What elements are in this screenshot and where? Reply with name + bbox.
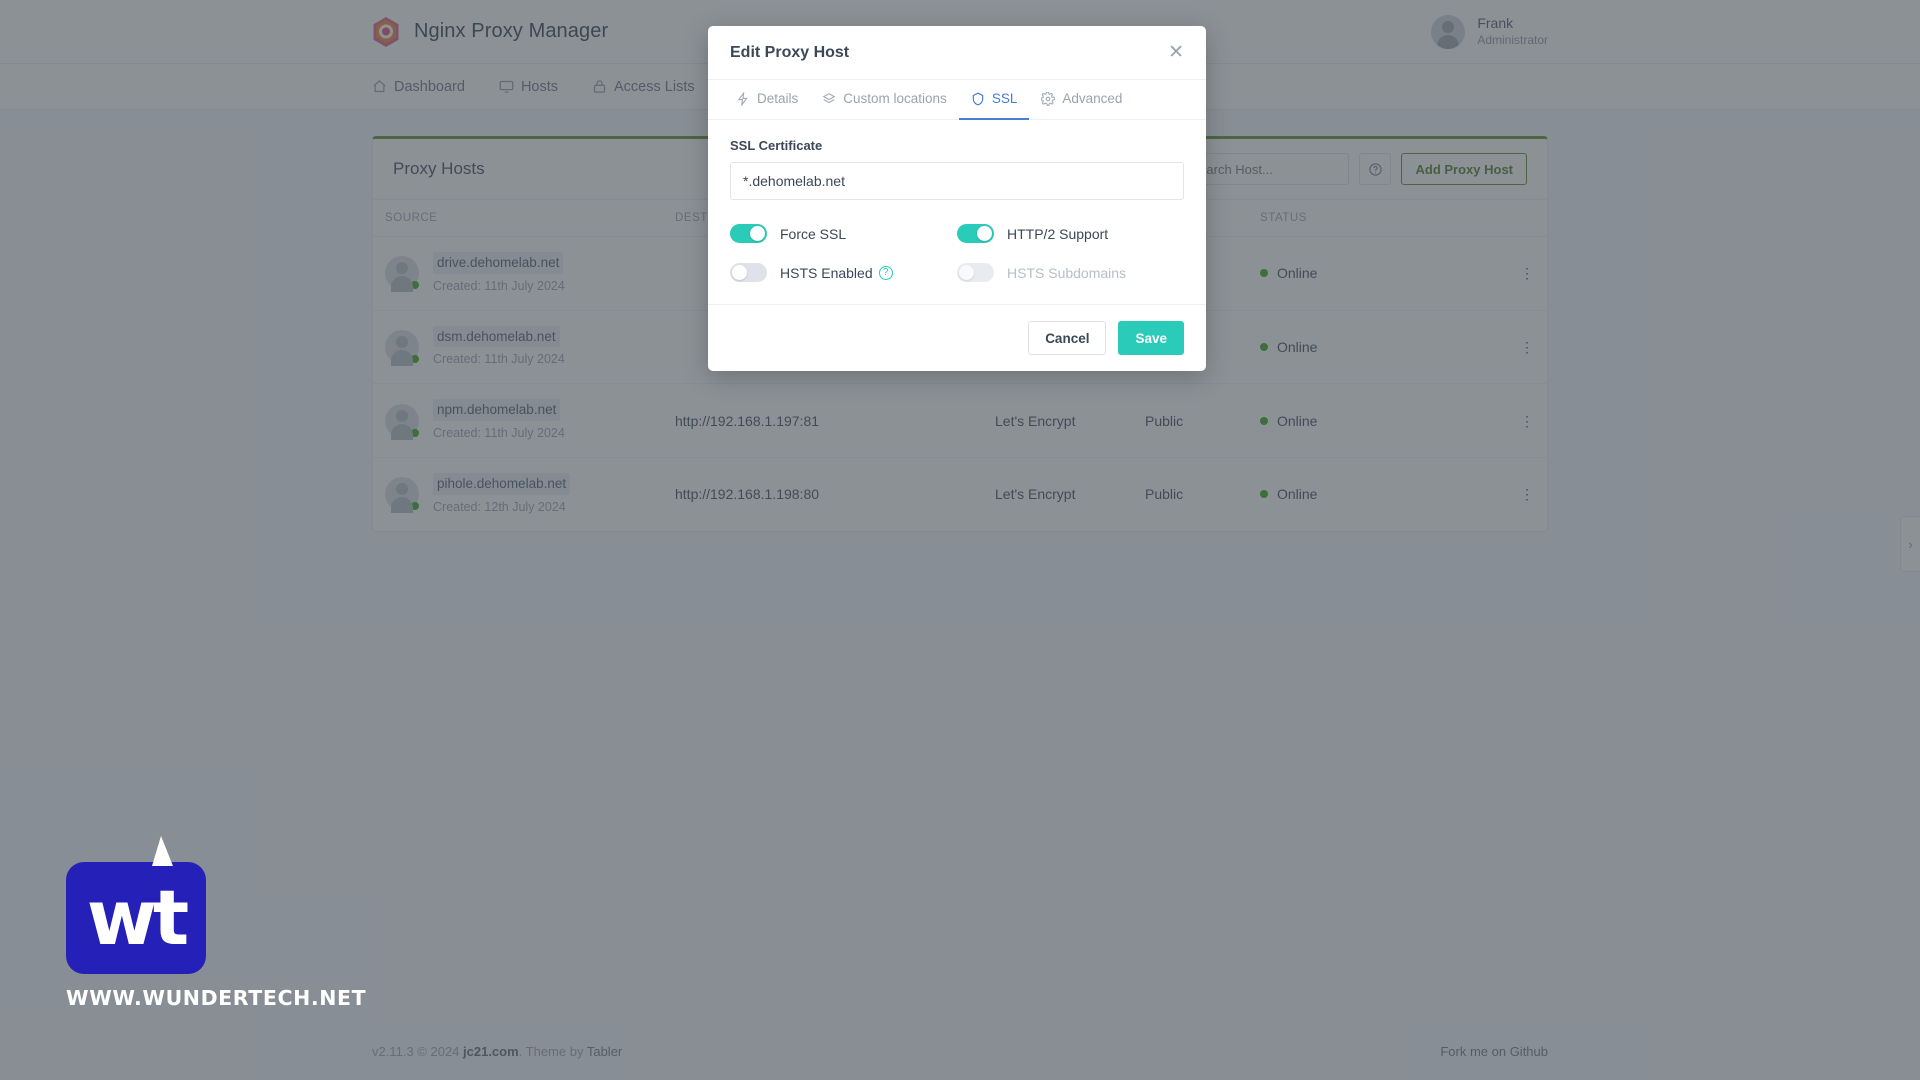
watermark-badge: wt <box>66 836 206 974</box>
modal-header: Edit Proxy Host ✕ <box>708 26 1206 80</box>
watermark: wt WWW.WUNDERTECH.NET <box>66 836 367 1010</box>
tab-custom-locations[interactable]: Custom locations <box>810 80 959 120</box>
edit-proxy-host-modal: Edit Proxy Host ✕ Details Custom locatio… <box>708 26 1206 371</box>
help-circle-icon[interactable]: ? <box>878 265 893 280</box>
tab-label: Details <box>757 91 799 106</box>
ssl-options: Force SSL HTTP/2 Support HSTS Enabled ? … <box>730 224 1184 282</box>
gear-icon <box>1041 91 1056 106</box>
cancel-button[interactable]: Cancel <box>1028 321 1107 355</box>
ssl-certificate-select[interactable]: *.dehomelab.net <box>730 162 1184 200</box>
force-ssl-row: Force SSL <box>730 224 957 243</box>
cursor-pointer-icon <box>152 836 173 866</box>
modal-title: Edit Proxy Host <box>730 43 850 61</box>
hsts-enabled-row: HSTS Enabled ? <box>730 263 957 282</box>
tab-details[interactable]: Details <box>724 80 810 120</box>
http2-support-row: HTTP/2 Support <box>957 224 1184 243</box>
modal-footer: Cancel Save <box>708 304 1206 371</box>
hsts-enabled-toggle[interactable] <box>730 263 767 282</box>
watermark-mark: wt <box>86 873 190 962</box>
http2-support-label: HTTP/2 Support <box>1007 225 1109 242</box>
tab-label: SSL <box>991 91 1018 106</box>
ssl-certificate-value: *.dehomelab.net <box>743 173 845 189</box>
hsts-subdomains-toggle <box>957 263 994 282</box>
modal-tabs: Details Custom locations SSL Advanced <box>708 80 1206 120</box>
tab-label: Custom locations <box>843 91 947 106</box>
watermark-url: WWW.WUNDERTECH.NET <box>66 986 367 1010</box>
ssl-certificate-label: SSL Certificate <box>730 138 823 153</box>
http2-support-toggle[interactable] <box>957 224 994 243</box>
hsts-enabled-label: HSTS Enabled ? <box>780 265 893 281</box>
hsts-subdomains-label: HSTS Subdomains <box>1007 264 1127 281</box>
tab-advanced[interactable]: Advanced <box>1029 80 1134 120</box>
hsts-enabled-text: HSTS Enabled <box>780 264 873 281</box>
tab-label: Advanced <box>1062 91 1123 106</box>
layers-icon <box>822 92 836 106</box>
close-icon[interactable]: ✕ <box>1168 43 1184 62</box>
force-ssl-toggle[interactable] <box>730 224 767 243</box>
bolt-icon <box>736 91 750 106</box>
tab-ssl[interactable]: SSL <box>958 80 1030 120</box>
shield-icon <box>971 92 985 106</box>
save-button[interactable]: Save <box>1118 321 1184 355</box>
modal-body: SSL Certificate *.dehomelab.net Force SS… <box>708 120 1206 304</box>
hsts-subdomains-row: HSTS Subdomains <box>957 263 1184 282</box>
force-ssl-label: Force SSL <box>780 225 847 242</box>
